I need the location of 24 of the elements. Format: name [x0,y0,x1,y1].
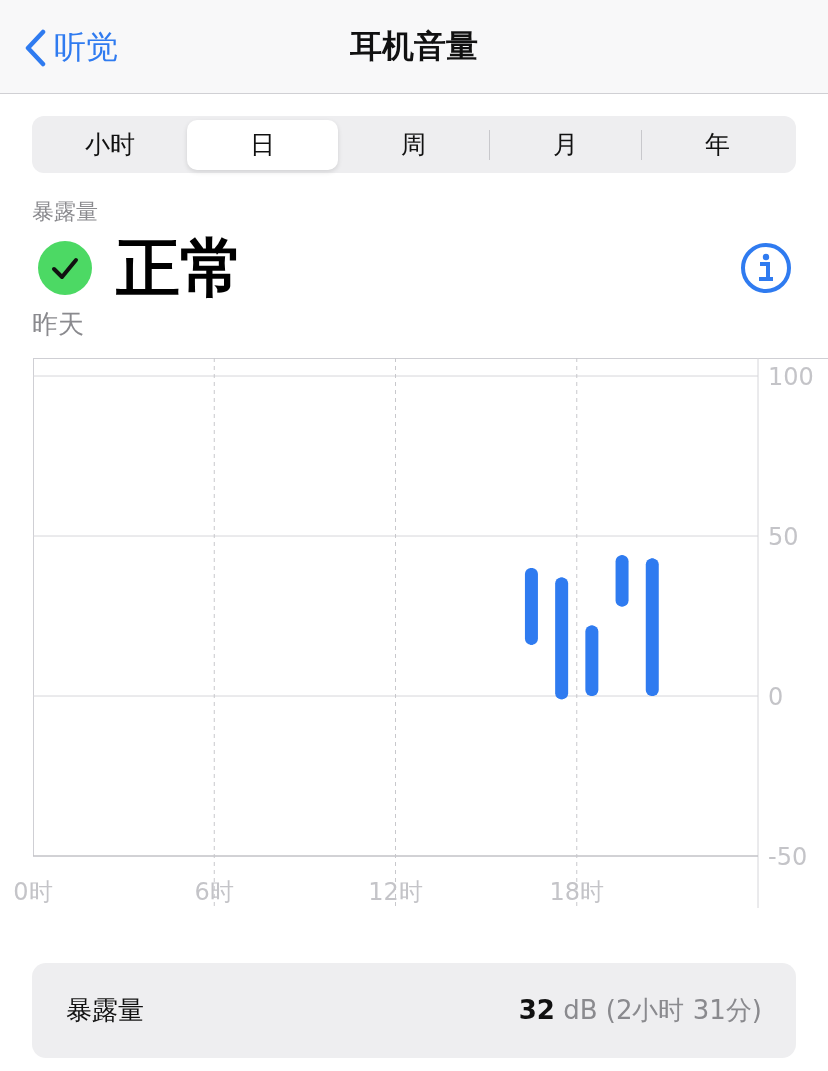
exposure-label: 暴露量 [32,198,99,226]
back-button[interactable]: 听觉 [24,26,118,70]
date-label: 昨天 [32,308,85,341]
range-bar [615,555,629,607]
row-label: 暴露量 [66,994,144,1027]
status-text: 正常 [116,231,244,305]
info-icon[interactable] [740,242,792,294]
period-tab[interactable]: 年 [642,119,793,170]
back-chevron-icon [24,29,46,67]
row-value: 32 dB (2小时 31分) [518,994,762,1027]
y-axis-label: 0 [768,683,784,711]
period-tab[interactable]: 月 [490,119,642,170]
period-tab[interactable]: 小时 [35,119,186,170]
y-axis-label: 50 [768,523,799,551]
y-axis-label: 100 [768,363,814,391]
x-axis-label: 18时 [549,878,604,906]
range-bar [585,625,599,696]
period-tab[interactable]: 周 [338,119,490,170]
x-axis-label: 0时 [13,878,53,906]
x-axis-label: 12时 [368,878,423,906]
y-axis-label: -50 [768,843,808,871]
screen-title: 耳机音量 [350,25,478,67]
x-axis-label: 6时 [194,878,234,906]
period-tab[interactable]: 日 [186,119,338,170]
